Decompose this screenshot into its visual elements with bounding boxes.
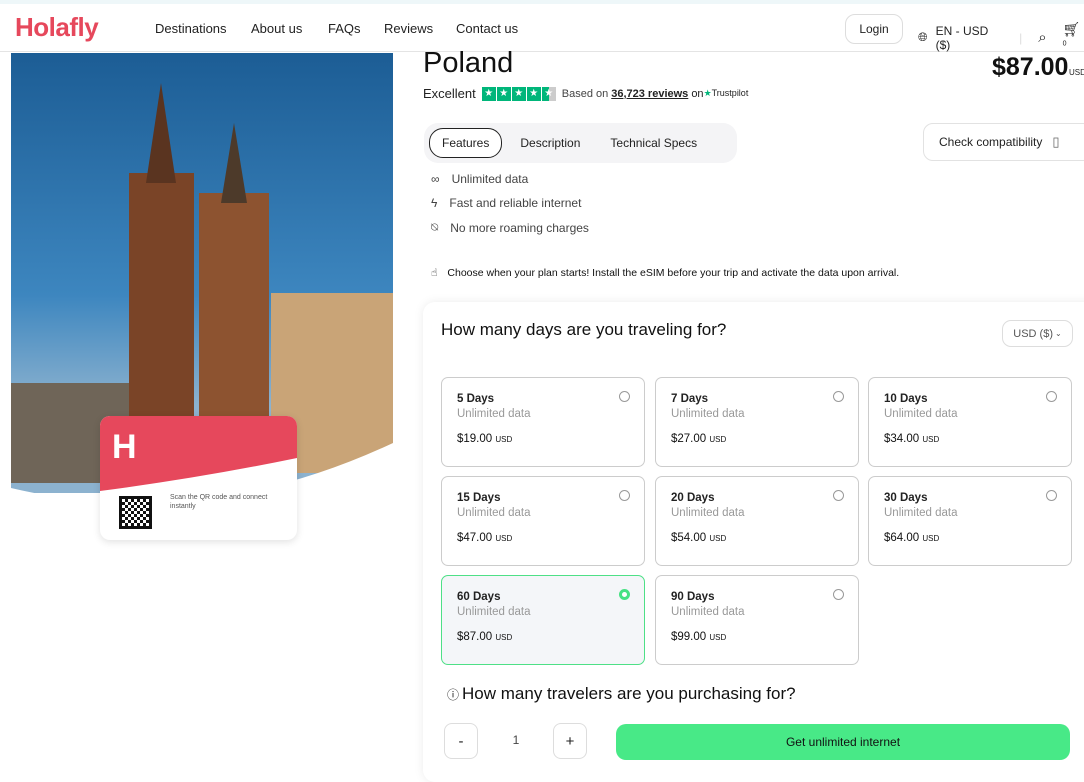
travelers-question: ⓘ How many travelers are you purchasing f… xyxy=(447,684,796,703)
plan-data: Unlimited data xyxy=(671,606,745,618)
check-compatibility-button[interactable]: Check compatibility ▯ xyxy=(923,123,1084,161)
tab-description[interactable]: Description xyxy=(508,129,592,157)
plan-price: $34.00 USD xyxy=(884,433,940,445)
infinity-icon: ∞ xyxy=(431,172,440,186)
trustpilot-stars: ★ ★ ★ ★ ★ xyxy=(481,86,556,101)
get-unlimited-internet-button[interactable]: Get unlimited internet xyxy=(616,724,1070,760)
plan-days: 90 Days xyxy=(671,591,715,603)
plan-price: $47.00 USD xyxy=(457,532,513,544)
plan-option[interactable]: 15 Days Unlimited data $47.00 USD xyxy=(441,476,645,566)
plan-radio[interactable] xyxy=(833,391,844,402)
plan-option[interactable]: 5 Days Unlimited data $19.00 USD xyxy=(441,377,645,467)
plan-radio[interactable] xyxy=(833,589,844,600)
rating-label: Excellent xyxy=(423,86,476,101)
plan-option[interactable]: 90 Days Unlimited data $99.00 USD xyxy=(655,575,859,665)
plan-price: $87.00 USD xyxy=(457,631,513,643)
plan-option[interactable]: 20 Days Unlimited data $54.00 USD xyxy=(655,476,859,566)
plan-days: 30 Days xyxy=(884,492,928,504)
plan-option[interactable]: 60 Days Unlimited data $87.00 USD xyxy=(441,575,645,665)
trustpilot-logo: ★Trustpilot xyxy=(703,88,749,98)
days-question: How many days are you traveling for? xyxy=(441,320,727,339)
plan-radio[interactable] xyxy=(619,391,630,402)
star-icon: ★ xyxy=(481,86,496,101)
reviews-link[interactable]: 36,723 reviews xyxy=(611,88,688,100)
increase-button[interactable]: + xyxy=(553,723,587,759)
esim-card: H Scan the QR code and connect instantly xyxy=(100,416,297,540)
plan-option[interactable]: 10 Days Unlimited data $34.00 USD xyxy=(868,377,1072,467)
plan-option[interactable]: 7 Days Unlimited data $27.00 USD xyxy=(655,377,859,467)
plan-days: 20 Days xyxy=(671,492,715,504)
page-title: Poland xyxy=(423,47,514,79)
star-icon: ★ xyxy=(526,86,541,101)
plan-data: Unlimited data xyxy=(884,408,958,420)
rating-row: Excellent ★ ★ ★ ★ ★ Based on 36,723 reviews … xyxy=(423,86,748,101)
esim-card-text: Scan the QR code and connect instantly xyxy=(170,494,268,510)
on-label: on xyxy=(691,87,704,100)
hand-tap-icon: ☝︎ xyxy=(431,267,438,279)
plan-data: Unlimited data xyxy=(671,507,745,519)
plan-price: $19.00 USD xyxy=(457,433,513,445)
plan-data: Unlimited data xyxy=(457,606,531,618)
feature-item: ϟ Fast and reliable internet xyxy=(431,196,582,210)
product-price: $87.00 xyxy=(992,53,1069,81)
currency-select[interactable]: USD ($) ⌄ xyxy=(1002,320,1073,347)
plan-days: 5 Days xyxy=(457,393,495,405)
plan-data: Unlimited data xyxy=(884,507,958,519)
nav-faqs[interactable]: FAQs xyxy=(328,21,361,36)
plan-radio[interactable] xyxy=(619,589,630,600)
cart-count: 0 xyxy=(1062,40,1067,48)
plan-days: 60 Days xyxy=(457,591,501,603)
quantity-value[interactable]: 1 xyxy=(505,733,527,747)
language-selector[interactable]: 🌐︎ EN - USD ($) | ⌕ 🛒︎0 xyxy=(918,21,1084,54)
plan-data: Unlimited data xyxy=(671,408,745,420)
chevron-down-icon: ⌄ xyxy=(1055,329,1062,338)
plan-price: $64.00 USD xyxy=(884,532,940,544)
qr-code-icon xyxy=(119,496,152,529)
nav-about-us[interactable]: About us xyxy=(251,21,302,36)
plan-radio[interactable] xyxy=(1046,490,1057,501)
phone-check-icon: ▯ xyxy=(1052,134,1060,149)
plan-radio[interactable] xyxy=(833,490,844,501)
check-compatibility-label: Check compatibility xyxy=(939,135,1043,149)
holafly-card-logo: H xyxy=(112,428,137,466)
plan-days: 10 Days xyxy=(884,393,928,405)
globe-icon: 🌐︎ xyxy=(918,30,928,44)
search-icon[interactable]: ⌕ xyxy=(1038,29,1046,46)
plan-price: $27.00 USD xyxy=(671,433,727,445)
based-on-label: Based on xyxy=(561,87,609,100)
divider: | xyxy=(1019,30,1023,45)
info-icon: ⓘ xyxy=(447,687,460,702)
language-label: EN - USD ($) xyxy=(935,23,989,52)
plan-radio[interactable] xyxy=(1046,391,1057,402)
lightning-icon: ϟ xyxy=(431,196,438,210)
tab-features[interactable]: Features xyxy=(429,128,503,158)
decrease-button[interactable]: - xyxy=(444,723,478,759)
plan-radio[interactable] xyxy=(619,490,630,501)
nav-contact-us[interactable]: Contact us xyxy=(456,21,518,36)
plan-option[interactable]: 30 Days Unlimited data $64.00 USD xyxy=(868,476,1072,566)
star-half-icon: ★ xyxy=(541,86,556,101)
plan-days: 7 Days xyxy=(671,393,709,405)
holafly-logo[interactable]: Holafly xyxy=(15,12,99,43)
cart-icon[interactable]: 🛒︎0 xyxy=(1063,21,1084,54)
feature-item: ⍉ No more roaming charges xyxy=(431,220,589,235)
plan-data: Unlimited data xyxy=(457,408,531,420)
no-roaming-icon: ⍉ xyxy=(431,220,439,234)
plan-data: Unlimited data xyxy=(457,507,531,519)
header: Holafly Destinations About us FAQs Revie… xyxy=(0,4,1084,52)
nav-reviews[interactable]: Reviews xyxy=(384,21,433,36)
plan-price: $99.00 USD xyxy=(671,631,727,643)
product-tabs: Features Description Technical Specs xyxy=(424,123,737,163)
login-button[interactable]: Login xyxy=(845,14,903,44)
nav-destinations[interactable]: Destinations xyxy=(155,21,227,36)
star-icon: ★ xyxy=(496,86,511,101)
plan-price: $54.00 USD xyxy=(671,532,727,544)
activation-note: ☝︎ Choose when your plan starts! Install … xyxy=(431,267,900,279)
feature-item: ∞ Unlimited data xyxy=(431,172,529,186)
star-icon: ★ xyxy=(511,86,526,101)
tab-technical-specs[interactable]: Technical Specs xyxy=(598,129,709,157)
plan-days: 15 Days xyxy=(457,492,501,504)
price-unit: USD xyxy=(1069,68,1084,77)
